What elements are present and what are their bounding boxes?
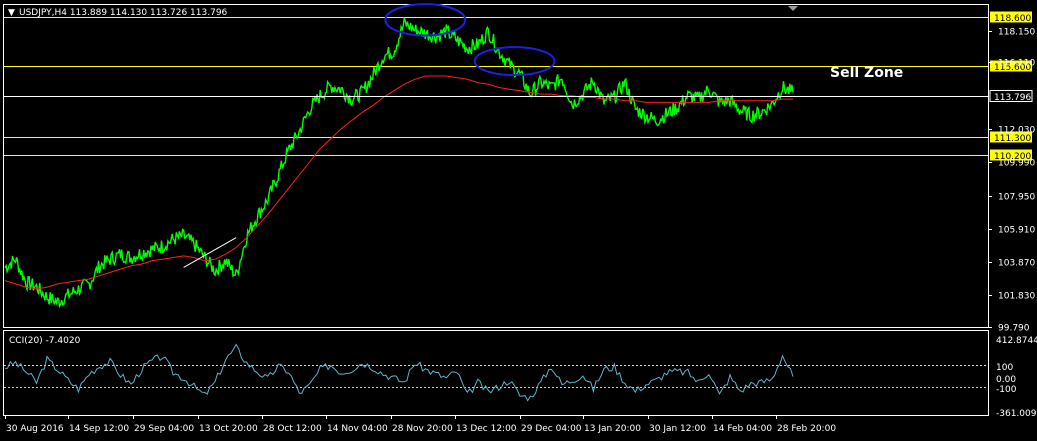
price-tick-label: 116.110	[998, 59, 1035, 69]
chart-title: USDJPY,H4 113.889 114.130 113.726 113.79…	[19, 8, 228, 18]
chart-root: 118.600115.600111.300110.200 118.150116.…	[3, 3, 1037, 434]
price-tick-label: 112.030	[998, 126, 1035, 136]
time-tick-label: 30 Jan 12:00	[649, 424, 706, 434]
time-tick-label: 14 Feb 04:00	[713, 424, 772, 434]
price-tick-label: 118.150	[998, 28, 1035, 38]
price-axis: 118.150 116.110 112.030 109.990 107.950 105.9…	[988, 28, 1035, 334]
time-tick-label: 13 Jan 20:00	[584, 424, 641, 434]
time-tick-label: 13 Oct 20:00	[199, 424, 258, 434]
time-axis: 30 Aug 2016 14 Sep 12:00 29 Sep 04:00 13 Oc…	[5, 415, 836, 434]
cci-axis: 412.8744 100 0.00-100 -361.0092	[996, 336, 1037, 419]
cci-tick-label: 100	[996, 363, 1013, 373]
time-tick-label: 30 Aug 2016	[6, 424, 64, 434]
price-tick-label: 101.830	[998, 292, 1035, 302]
time-tick-label: 28 Feb 20:00	[777, 424, 836, 434]
price-tick-label: 99.790	[998, 324, 1030, 334]
level-tag-label: 111.300	[994, 134, 1031, 144]
price-tick-label: 105.910	[998, 226, 1035, 236]
time-tick-label: 28 Oct 12:00	[263, 424, 322, 434]
cci-tick-label: 0.00	[996, 375, 1016, 385]
current-price-tag: 113.796	[989, 90, 1033, 103]
cci-title: CCI(20) -7.4020	[9, 336, 81, 346]
current-price-label: 113.796	[994, 93, 1031, 103]
price-tick-label: 107.950	[998, 193, 1035, 203]
time-tick-label: 14 Sep 12:00	[69, 424, 129, 434]
price-tick-label: 109.990	[998, 159, 1035, 169]
sell-zone-label: Sell Zone	[830, 65, 903, 81]
time-tick-label: 29 Sep 04:00	[134, 424, 194, 434]
time-tick-label: 28 Nov 20:00	[392, 424, 453, 434]
cci-tick-label: -361.0092	[996, 409, 1037, 419]
time-tick-label: 13 Dec 12:00	[456, 424, 517, 434]
symbol-menu-icon[interactable]: ▼	[8, 8, 15, 18]
cci-tick-label: 412.8744	[996, 336, 1037, 346]
time-tick-label: 14 Nov 04:00	[327, 424, 388, 434]
cci-panel-frame	[3, 330, 989, 416]
price-tick-label: 103.870	[998, 259, 1035, 269]
level-tag-label: 118.600	[994, 14, 1031, 24]
cci-tick-label: -100	[996, 385, 1017, 395]
time-tick-label: 29 Dec 04:00	[521, 424, 582, 434]
